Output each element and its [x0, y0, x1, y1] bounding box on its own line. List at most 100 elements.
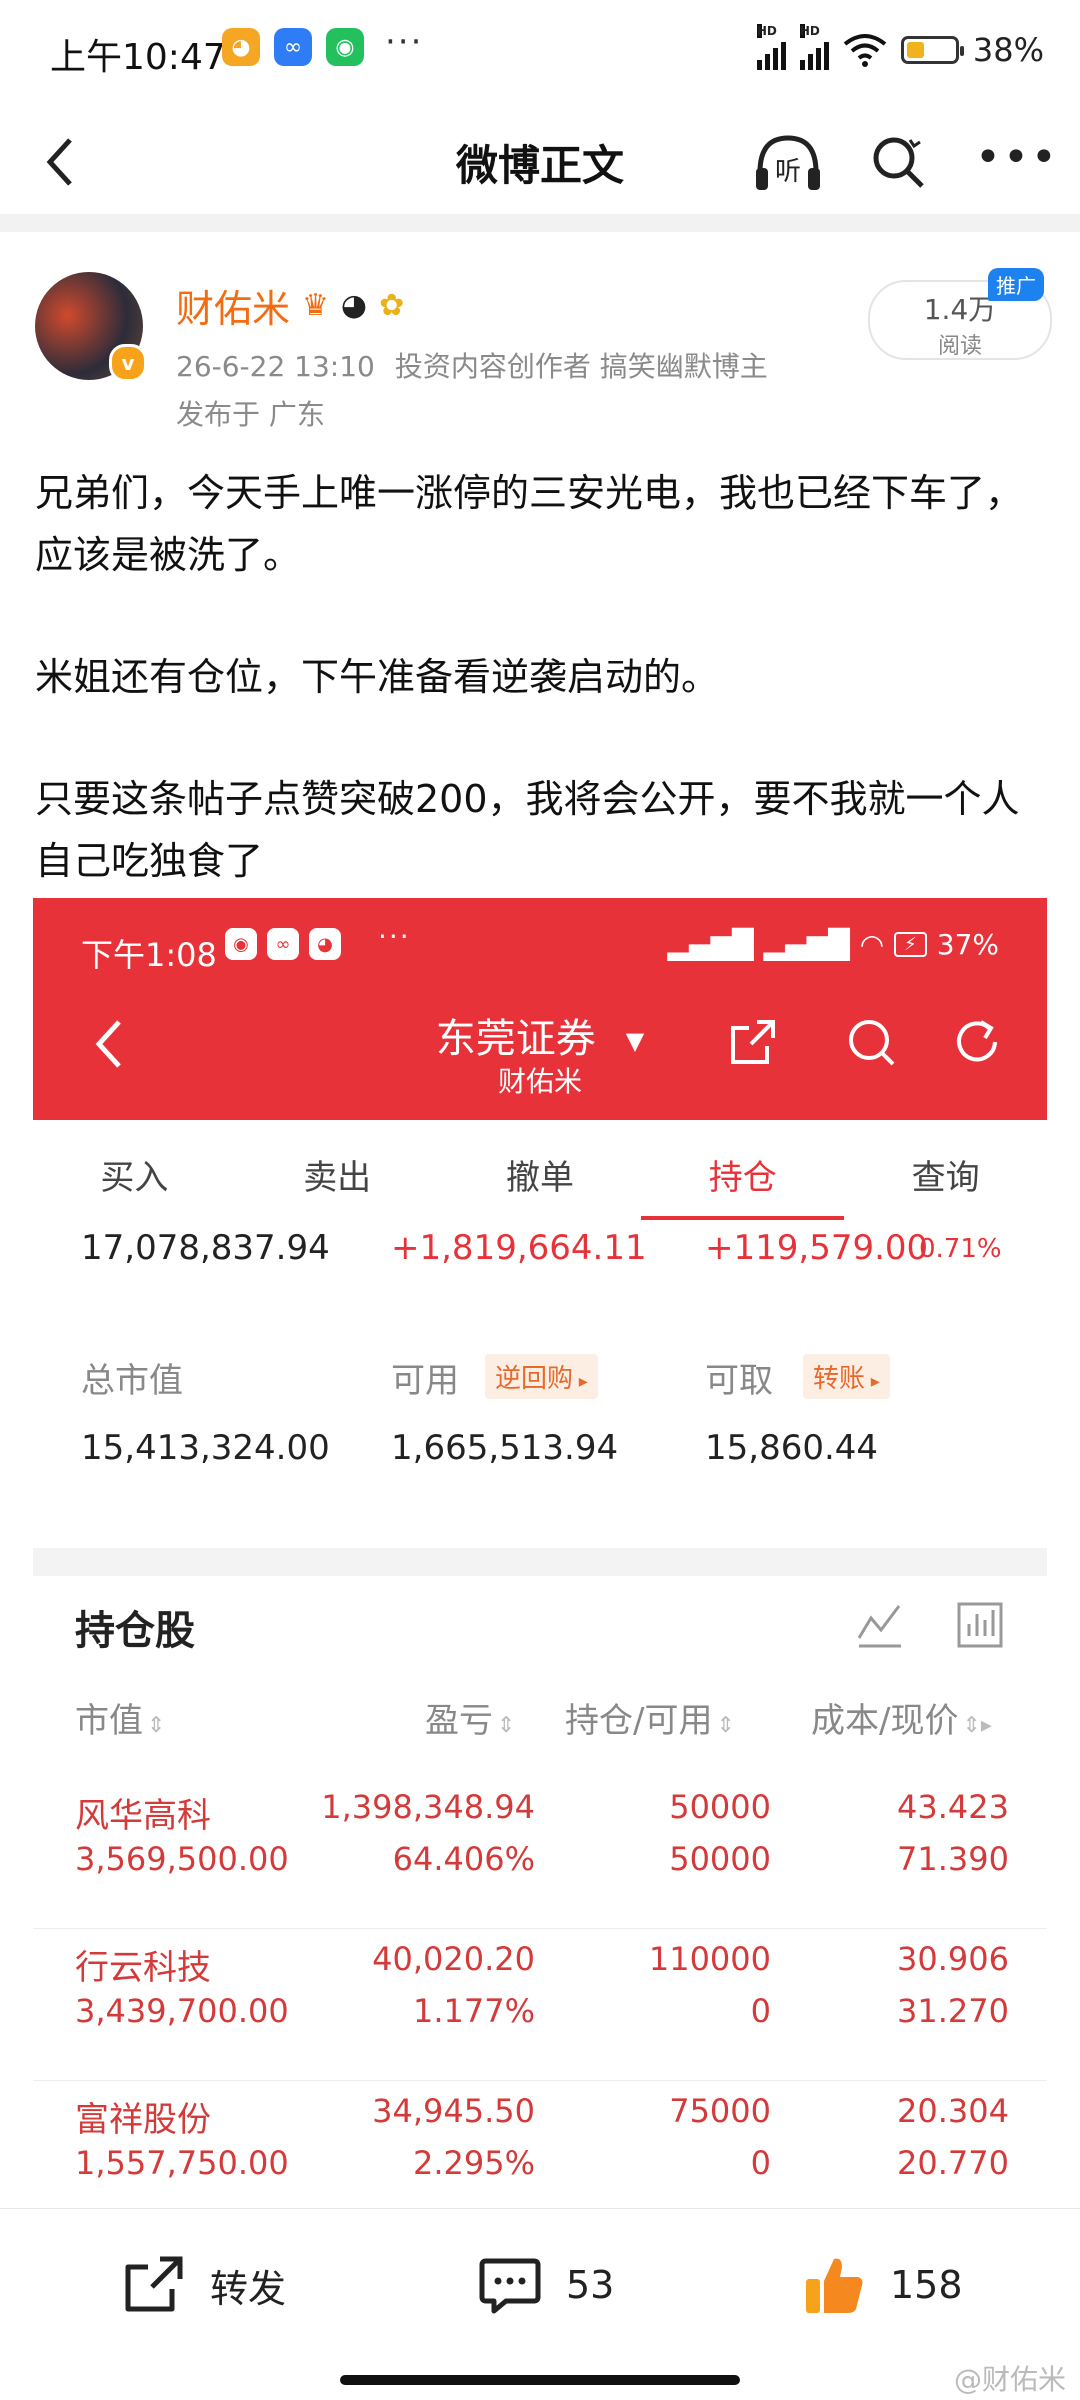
- table-row: 富祥股份 1,557,750.00 34,945.50 2.295% 75000…: [33, 2084, 1047, 2208]
- shot-more-notifications: ···: [378, 920, 411, 953]
- tab-cancel: 撤单: [505, 1158, 574, 1198]
- cloud-app-icon: ∞: [267, 928, 299, 960]
- post-time: 26-6-22 13:10: [176, 350, 375, 383]
- row-divider: [33, 1928, 1047, 1929]
- home-indicator[interactable]: [340, 2375, 740, 2385]
- post-image[interactable]: 下午1:08 ◉ ∞ ◕ ··· ▂▄▆█ ▂▄▆█ ◠ ⚡ 37% 东莞证券 ▼…: [33, 898, 1047, 2208]
- stock-hold: 75000: [669, 2092, 771, 2130]
- broker-tabs: 买入 卖出 撤单 持仓 查询: [33, 1120, 1047, 1220]
- stock-price: 31.270: [897, 1992, 1009, 2030]
- post-paragraph: 米姐还有仓位，下午准备看逆袭启动的。: [35, 655, 720, 699]
- col-label: 盈亏: [425, 1701, 493, 1741]
- stock-hold: 110000: [648, 1940, 771, 1978]
- stock-name: 行云科技: [75, 1948, 211, 1988]
- battery-icon: ⚡: [894, 932, 927, 957]
- weibo-app-icon: ◕: [222, 28, 260, 66]
- stock-hold: 50000: [669, 1788, 771, 1826]
- day-pnl: +119,579.00: [705, 1228, 929, 1268]
- col-label: 成本/现价: [811, 1701, 959, 1741]
- withdrawable-label: 可取: [705, 1361, 773, 1401]
- comment-button[interactable]: 53: [476, 2251, 614, 2319]
- thumbs-up-icon: [806, 2258, 863, 2313]
- author-name-row[interactable]: 财佑米 ♛ ◕ ✿: [176, 278, 404, 333]
- sort-icon: ⇕▸: [962, 1713, 992, 1738]
- stock-price: 71.390: [897, 1840, 1009, 1878]
- stock-value: 3,439,700.00: [75, 1992, 289, 2030]
- weibo-app-icon: ◕: [309, 928, 341, 960]
- repost-label: 转发: [210, 2266, 287, 2311]
- caret-down-icon: ▼: [625, 1027, 645, 1055]
- promo-badge[interactable]: 推广: [988, 268, 1044, 301]
- stock-pnl-pct: 1.177%: [412, 1992, 535, 2030]
- author-tags: 投资内容创作者 搞笑幽默博主: [394, 350, 768, 383]
- shot-notification-icons: ◉ ∞ ◕: [225, 928, 341, 960]
- available-label: 可用: [391, 1361, 459, 1401]
- status-time: 上午10:47: [50, 37, 226, 78]
- wifi-icon: ◠: [859, 928, 885, 961]
- available-value: 1,665,513.94: [391, 1428, 619, 1468]
- stock-pnl-pct: 2.295%: [412, 2144, 535, 2182]
- bottom-toolbar: 转发 53 158: [0, 2208, 1080, 2359]
- search-button[interactable]: [868, 132, 928, 192]
- bar-chart-icon: [957, 1602, 1003, 1648]
- post-paragraph: 只要这条帖子点赞突破200，我将会公开，要不我就一个人自己吃独食了: [35, 777, 1020, 883]
- col-cost-price: 成本/现价 ⇕▸: [811, 1693, 992, 1742]
- post-paragraph: 兄弟们，今天手上唯一涨停的三安光电，我也已经下车了，应该是被洗了。: [35, 471, 1024, 577]
- signal-icon: HD: [799, 24, 829, 70]
- sort-icon: ⇕: [147, 1713, 166, 1738]
- sort-icon: ⇕: [716, 1713, 735, 1738]
- top-nav: 微博正文 听 •••: [0, 110, 1080, 210]
- tab-query: 查询: [911, 1158, 980, 1198]
- author-name[interactable]: 财佑米: [176, 278, 290, 333]
- broker-name-text: 东莞证券: [435, 1016, 596, 1062]
- col-label: 市值: [75, 1701, 143, 1741]
- more-options-button[interactable]: •••: [975, 132, 1059, 183]
- signal-icon: ▂▄▆█: [667, 928, 754, 961]
- signal-icon: HD: [756, 24, 786, 70]
- col-market-value: 市值 ⇕: [75, 1693, 165, 1742]
- table-row: 风华高科 3,569,500.00 1,398,348.94 64.406% 5…: [33, 1780, 1047, 1930]
- stock-avail: 0: [750, 1992, 771, 2030]
- crown-icon: ♛: [302, 288, 329, 323]
- like-button[interactable]: 158: [800, 2251, 963, 2319]
- stock-pnl: 1,398,348.94: [321, 1788, 535, 1826]
- watermark: @财佑米: [953, 2363, 1066, 2396]
- broker-header: 下午1:08 ◉ ∞ ◕ ··· ▂▄▆█ ▂▄▆█ ◠ ⚡ 37% 东莞证券 ▼…: [33, 898, 1047, 1120]
- col-position: 持仓/可用 ⇕: [565, 1693, 735, 1742]
- total-pnl: +1,819,664.11: [391, 1228, 647, 1268]
- sort-icon: ⇕: [497, 1713, 516, 1738]
- col-label: 持仓/可用: [565, 1701, 713, 1741]
- stock-name: 风华高科: [75, 1796, 211, 1836]
- battery-icon: [900, 36, 964, 64]
- trend-chart-icon: [857, 1605, 901, 1648]
- stock-cost: 30.906: [897, 1940, 1009, 1978]
- stock-pnl: 40,020.20: [372, 1940, 535, 1978]
- comment-icon: [479, 2258, 541, 2314]
- stock-pnl-pct: 64.406%: [392, 1840, 535, 1878]
- tab-buy: 买入: [100, 1158, 169, 1198]
- stock-price: 20.770: [897, 2144, 1009, 2182]
- avatar[interactable]: v: [35, 272, 147, 382]
- listen-label: 听: [775, 157, 801, 187]
- listen-button[interactable]: 听: [752, 128, 824, 200]
- read-label: 阅读: [937, 334, 982, 359]
- wechat-app-icon: ◉: [326, 28, 364, 66]
- holdings-title: 持仓股: [75, 1608, 195, 1654]
- status-bar: 上午10:47 ◕ ∞ ◉ ··· HD HD 38%: [0, 0, 1080, 110]
- share-icon: [731, 1020, 775, 1064]
- repost-icon: [125, 2256, 183, 2312]
- tab-holdings: 持仓: [641, 1120, 844, 1220]
- stock-pnl: 34,945.50: [372, 2092, 535, 2130]
- transfer-link: 转账: [803, 1354, 890, 1399]
- battery-percent: 38%: [972, 31, 1044, 69]
- sunflower-icon: ✿: [379, 288, 405, 323]
- shot-status-time: 下午1:08: [81, 936, 217, 974]
- repost-button[interactable]: 转发: [120, 2251, 286, 2319]
- search-icon: [849, 1020, 895, 1066]
- notification-icons: ◕ ∞ ◉: [222, 28, 364, 66]
- day-pnl-pct: 0.71%: [919, 1234, 1002, 1264]
- post-meta: 26-6-22 13:10 投资内容创作者 搞笑幽默博主: [176, 345, 768, 385]
- cloud-app-icon: ∞: [274, 28, 312, 66]
- withdrawable-value: 15,860.44: [705, 1428, 879, 1468]
- table-row: 行云科技 3,439,700.00 40,020.20 1.177% 11000…: [33, 1932, 1047, 2082]
